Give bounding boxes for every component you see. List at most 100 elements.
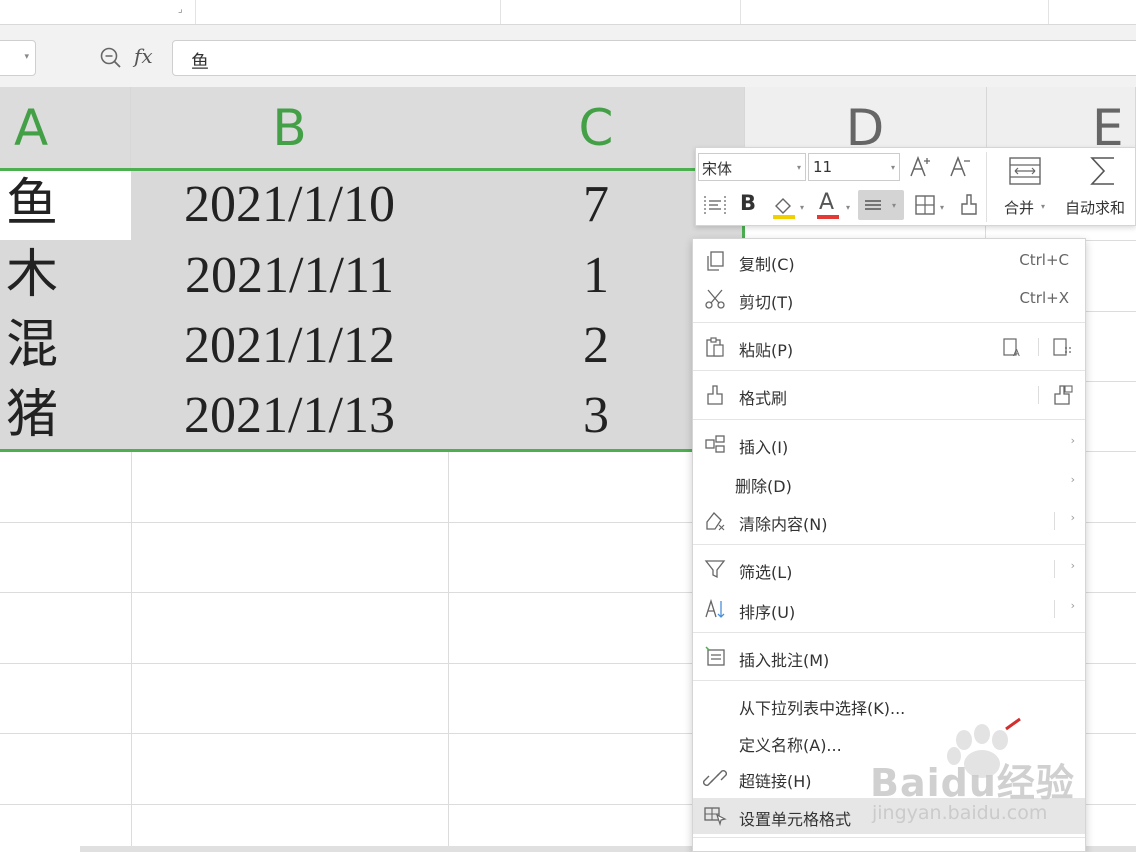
- insert-icon: [703, 432, 727, 456]
- font-name-value: 宋体: [702, 160, 733, 178]
- empty-cell[interactable]: [131, 592, 449, 663]
- eraser-icon: [703, 509, 727, 533]
- name-box[interactable]: ▾: [0, 40, 36, 76]
- divider: [1054, 600, 1055, 618]
- mini-toolbar: 宋体 ▾ 11 ▾ B ▾ A ▾ ▾ ▾ 合并 ▾ 自动求和: [695, 147, 1136, 226]
- copy-icon: [703, 249, 727, 273]
- paste-values-icon[interactable]: [1051, 336, 1073, 358]
- divider: [693, 837, 1085, 838]
- chevron-down-icon[interactable]: ▾: [940, 203, 944, 212]
- filter-icon: [703, 557, 727, 581]
- empty-cell[interactable]: [131, 804, 449, 848]
- column-header-a[interactable]: A: [0, 87, 131, 169]
- empty-cell[interactable]: [0, 451, 132, 522]
- menu-item-copy[interactable]: 复制(C) Ctrl+C: [693, 243, 1085, 279]
- top-strip: ⌟: [0, 0, 1136, 25]
- font-color-letter: A: [819, 190, 835, 215]
- divider: [740, 0, 741, 24]
- menu-item-cut[interactable]: 剪切(T) Ctrl+X: [693, 281, 1085, 317]
- svg-text:A: A: [1013, 348, 1020, 358]
- selection-border: [0, 168, 745, 452]
- autosum-icon[interactable]: [1086, 154, 1122, 188]
- paste-format-icon[interactable]: A: [1001, 336, 1023, 359]
- empty-cell[interactable]: [131, 451, 449, 522]
- chevron-down-icon[interactable]: ▾: [1041, 202, 1045, 211]
- chevron-down-icon[interactable]: ▾: [891, 163, 895, 172]
- comment-icon: [703, 645, 727, 669]
- zoom-icon[interactable]: [98, 45, 124, 71]
- menu-item-insert-comment[interactable]: 插入批注(M): [693, 639, 1085, 675]
- font-shrink-icon[interactable]: [948, 152, 974, 180]
- empty-cell[interactable]: [0, 804, 132, 848]
- divider: [1038, 338, 1039, 356]
- scissors-icon: [703, 287, 727, 311]
- divider: [1054, 560, 1055, 578]
- menu-item-filter[interactable]: 筛选(L) ›: [693, 551, 1085, 587]
- font-color-button[interactable]: A: [814, 190, 842, 220]
- watermark-url: jingyan.baidu.com: [872, 802, 1048, 824]
- formula-input[interactable]: 鱼: [172, 40, 1136, 76]
- menu-label: 超链接(H): [739, 772, 812, 791]
- merge-icon[interactable]: [1008, 156, 1042, 186]
- divider: [693, 632, 1085, 633]
- menu-item-pick-from-list[interactable]: 从下拉列表中选择(K)...: [693, 687, 1085, 723]
- border-icon[interactable]: [912, 192, 938, 218]
- autosum-label[interactable]: 自动求和: [1065, 197, 1125, 218]
- menu-label: 插入(I): [739, 438, 789, 457]
- menu-item-clear[interactable]: 清除内容(N) ›: [693, 503, 1085, 539]
- font-size-value: 11: [813, 158, 833, 176]
- align-button[interactable]: ▾: [858, 190, 904, 220]
- divider: [693, 419, 1085, 420]
- format-painter-icon: [703, 383, 727, 407]
- format-cells-icon: [703, 804, 727, 828]
- divider: [1054, 512, 1055, 530]
- menu-item-paste[interactable]: 粘贴(P) A: [693, 329, 1085, 365]
- chevron-down-icon[interactable]: ▾: [800, 203, 804, 212]
- divider: [693, 680, 1085, 681]
- empty-cell[interactable]: [0, 663, 132, 733]
- menu-label: 筛选(L): [739, 563, 793, 582]
- menu-item-insert[interactable]: 插入(I) ›: [693, 426, 1085, 462]
- bold-button[interactable]: B: [740, 191, 756, 215]
- divider: [195, 0, 196, 24]
- chevron-down-icon[interactable]: ▾: [24, 52, 29, 62]
- chevron-right-icon: ›: [1070, 434, 1075, 447]
- menu-item-delete[interactable]: 删除(D) ›: [693, 465, 1085, 501]
- empty-cell[interactable]: [131, 663, 449, 733]
- format-painter-lock-icon[interactable]: [1051, 383, 1075, 407]
- empty-cell[interactable]: [0, 592, 132, 663]
- divider: [986, 152, 987, 222]
- sort-icon: [703, 597, 727, 621]
- chevron-down-icon[interactable]: ▾: [797, 163, 801, 172]
- menu-label: 清除内容(N): [739, 515, 828, 534]
- chevron-down-icon[interactable]: ▾: [892, 201, 896, 210]
- font-name-select[interactable]: 宋体 ▾: [698, 153, 806, 181]
- menu-label: 插入批注(M): [739, 651, 830, 670]
- divider: [693, 322, 1085, 323]
- fill-color-icon[interactable]: [770, 192, 798, 220]
- menu-label: 格式刷: [739, 389, 788, 408]
- menu-label: 定义名称(A)...: [739, 736, 842, 755]
- column-header-b[interactable]: B: [131, 87, 449, 169]
- empty-cell[interactable]: [131, 733, 449, 804]
- fx-label[interactable]: fx: [134, 44, 153, 68]
- menu-shortcut: Ctrl+X: [1019, 289, 1069, 307]
- divider: [500, 0, 501, 24]
- empty-cell[interactable]: [0, 733, 132, 804]
- link-icon: [703, 766, 727, 790]
- font-size-select[interactable]: 11 ▾: [808, 153, 900, 181]
- menu-item-sort[interactable]: 排序(U) ›: [693, 591, 1085, 627]
- menu-item-format-painter[interactable]: 格式刷: [693, 377, 1085, 413]
- font-grow-icon[interactable]: [908, 152, 934, 180]
- chevron-down-icon[interactable]: ▾: [846, 203, 850, 212]
- wrap-text-icon[interactable]: [702, 192, 728, 218]
- empty-cell[interactable]: [0, 522, 132, 592]
- chevron-right-icon: ›: [1070, 511, 1075, 524]
- format-painter-icon[interactable]: [956, 192, 982, 218]
- baidu-watermark: Baidu经验 jingyan.baidu.com: [862, 722, 1132, 832]
- divider: [1048, 0, 1049, 24]
- empty-cell[interactable]: [131, 522, 449, 592]
- paste-icon: [703, 335, 727, 359]
- format-row: B ▾ A ▾ ▾ ▾: [696, 186, 986, 226]
- merge-label[interactable]: 合并: [1004, 197, 1034, 218]
